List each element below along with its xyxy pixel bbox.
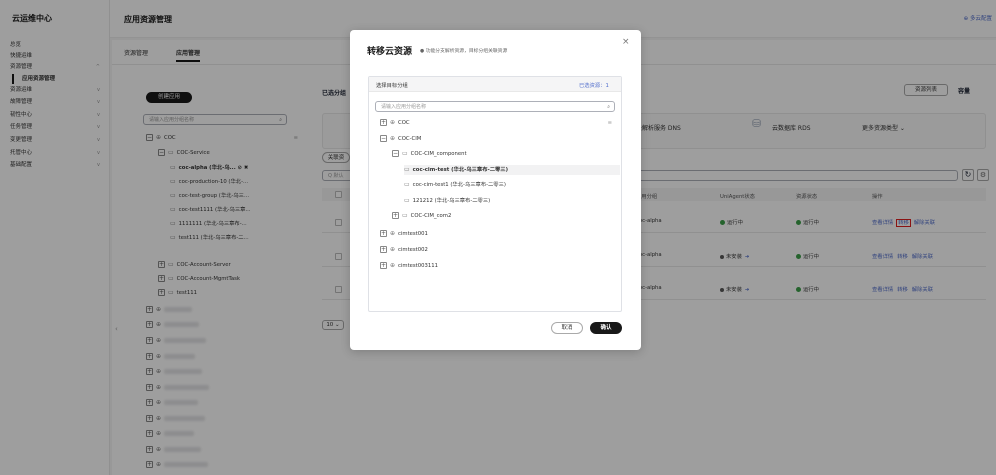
- expand-toggle-icon[interactable]: +: [380, 230, 387, 237]
- modal-hint: ● 功能分支解析资源，目标分组关联资源: [420, 49, 508, 54]
- expand-toggle-icon[interactable]: +: [380, 262, 387, 269]
- target-tree-node[interactable]: − ▭ COC-CIM_component: [392, 149, 467, 159]
- selected-count: 已选资源：1: [579, 83, 609, 89]
- group-icon: ⊕: [390, 246, 396, 253]
- target-tree-node[interactable]: + ⊕ cimtest003111: [380, 261, 438, 271]
- close-icon[interactable]: ×: [622, 37, 630, 47]
- panel-title: 选择目标分组: [376, 83, 408, 89]
- group-icon: ▭: [404, 181, 410, 188]
- target-tree-node[interactable]: + ⊕ cimtest002: [380, 245, 428, 255]
- group-icon: ⊕: [390, 135, 396, 142]
- group-icon: ⊕: [390, 119, 396, 126]
- expand-toggle-icon[interactable]: −: [380, 135, 387, 142]
- group-icon: ▭: [402, 212, 408, 219]
- cancel-button[interactable]: 取消: [551, 322, 583, 334]
- expand-toggle-icon[interactable]: +: [392, 212, 399, 219]
- target-tree-node[interactable]: ▭ coc-cim-test1 (华北-乌三章布-二零三): [404, 180, 506, 190]
- group-icon: ▭: [404, 166, 410, 173]
- menu-icon[interactable]: ≡: [608, 120, 612, 126]
- tree-node-label: cimtest002: [398, 247, 428, 253]
- tree-node-label: cimtest001: [398, 231, 428, 237]
- target-tree-node[interactable]: + ⊕ COC ≡: [380, 118, 612, 128]
- group-icon: ⊕: [390, 230, 396, 237]
- tree-node-label: COC-CIM: [398, 136, 422, 142]
- expand-toggle-icon[interactable]: +: [380, 246, 387, 253]
- tree-node-label: COC-CIM_com2: [410, 213, 452, 219]
- tree-node-label: coc-cim-test (华北-乌三章布-二零三): [412, 167, 509, 173]
- tree-node-label: 121212 (华北-乌三章布-二零三): [412, 198, 491, 204]
- modal-search-placeholder: 请输入应用分组名称: [381, 104, 427, 110]
- target-tree-node[interactable]: + ⊕ cimtest001: [380, 229, 428, 239]
- tree-node-label: coc-cim-test1 (华北-乌三章布-二零三): [412, 182, 506, 188]
- tree-node-label: COC: [398, 120, 410, 126]
- tree-node-label: cimtest003111: [398, 263, 438, 269]
- modal-search-input[interactable]: 请输入应用分组名称 ⌕: [375, 101, 615, 112]
- expand-toggle-icon[interactable]: +: [380, 119, 387, 126]
- tree-node-label: COC-CIM_component: [410, 151, 467, 157]
- group-icon: ⊕: [390, 262, 396, 269]
- group-icon: ▭: [404, 197, 410, 204]
- target-tree-node[interactable]: − ⊕ COC-CIM: [380, 134, 421, 144]
- target-tree-node[interactable]: ▭ coc-cim-test (华北-乌三章布-二零三): [404, 165, 620, 175]
- search-icon: ⌕: [607, 104, 610, 110]
- modal-title: 转移云资源: [367, 47, 413, 57]
- confirm-button[interactable]: 确认: [590, 322, 622, 334]
- target-tree-node[interactable]: + ▭ COC-CIM_com2: [392, 211, 451, 221]
- expand-toggle-icon[interactable]: −: [392, 150, 399, 157]
- group-icon: ▭: [402, 150, 408, 157]
- target-tree-node[interactable]: ▭ 121212 (华北-乌三章布-二零三): [404, 196, 490, 206]
